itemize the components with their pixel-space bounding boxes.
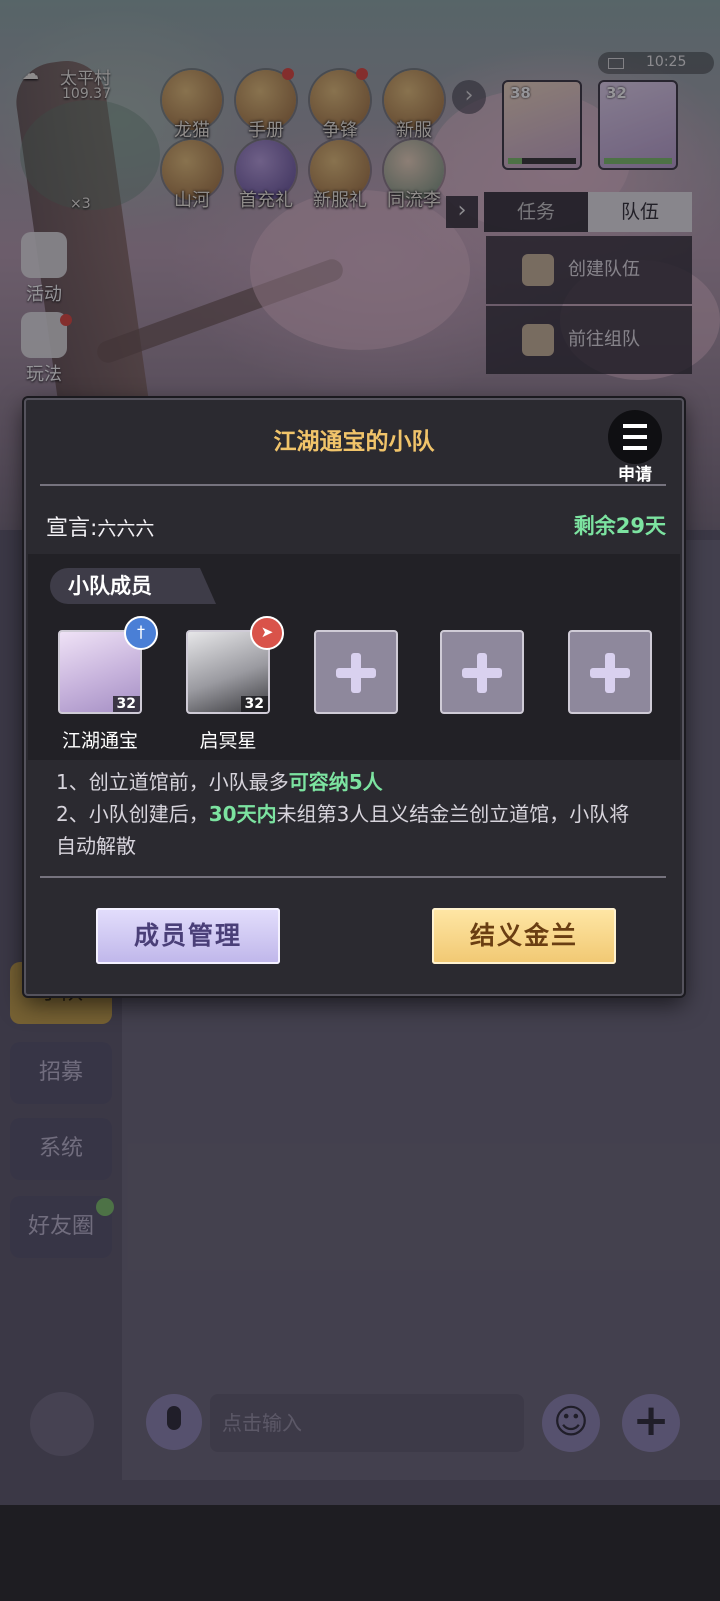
members-panel: 小队成员 32 † 江湖通宝 32 ➤ 启冥星 [28,554,680,760]
empty-member-slot[interactable] [440,630,524,714]
member-name: 江湖通宝 [61,730,138,752]
bottom-bar [0,1505,720,1601]
member-level: 32 [240,696,268,712]
note-text: 1、创立道馆前，小队最多 [56,770,289,794]
member-level: 32 [112,696,140,712]
divider [40,876,666,878]
divider [40,484,666,486]
note-highlight: 30天内 [208,802,277,826]
dialog-title: 江湖通宝的小队 [273,429,435,455]
note-text: 2、小队创建后， [56,802,209,826]
apply-label: 申请 [618,465,652,485]
plane-badge-icon: ➤ [250,616,284,650]
member-name: 启冥星 [199,730,257,752]
member-management-button[interactable]: 成员管理 [96,908,280,964]
sword-badge-icon: † [124,616,158,650]
members-section-title: 小队成员 [50,568,216,604]
note-text: 未组第3人且义结金兰创立道馆，小队将 [276,802,630,826]
rule-note-1: 1、创立道馆前，小队最多可容纳5人 [56,766,383,798]
rule-note-2: 2、小队创建后，30天内未组第3人且义结金兰创立道馆，小队将 [56,798,629,830]
note-highlight: 可容纳5人 [288,770,383,794]
declaration-text: 六六六 [97,518,155,540]
empty-member-slot[interactable] [314,630,398,714]
empty-member-slot[interactable] [568,630,652,714]
declaration-label: 宣言: [46,516,98,541]
days-remaining: 剩余29天 [573,514,666,538]
team-declaration: 宣言:六六六 [46,510,154,542]
rule-note-2-cont: 自动解散 [56,834,136,858]
team-info-dialog: 江湖通宝的小队 申请 宣言:六六六 剩余29天 小队成员 32 † 江湖通宝 3… [24,398,684,996]
sworn-brotherhood-button[interactable]: 结义金兰 [432,908,616,964]
list-icon [608,410,662,464]
apply-list-button[interactable]: 申请 [606,410,664,485]
